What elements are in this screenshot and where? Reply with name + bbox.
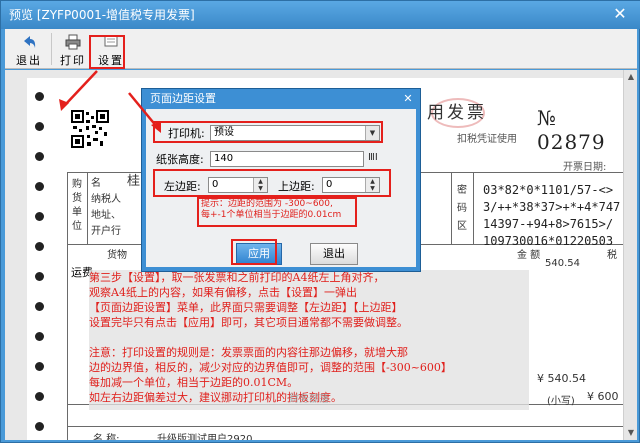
arrow-line (64, 70, 98, 106)
annotation-arrows (59, 70, 161, 133)
preview-window: 预览 [ZYFP0001-增值税专用发票] ✕ 退出 打印 设置 用发票 扣税凭… (0, 0, 640, 443)
arrow-line (128, 92, 158, 128)
